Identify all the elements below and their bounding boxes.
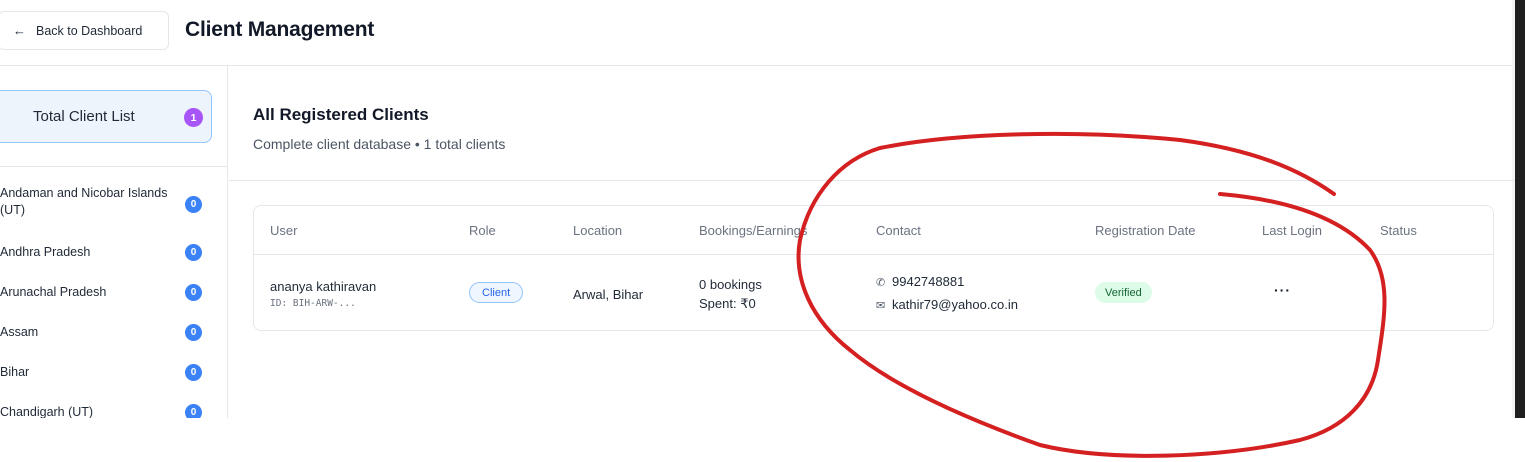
- red-annotation-circle: [796, 131, 1387, 458]
- client-management-page: ← Back to Dashboard Client Management To…: [0, 0, 1525, 462]
